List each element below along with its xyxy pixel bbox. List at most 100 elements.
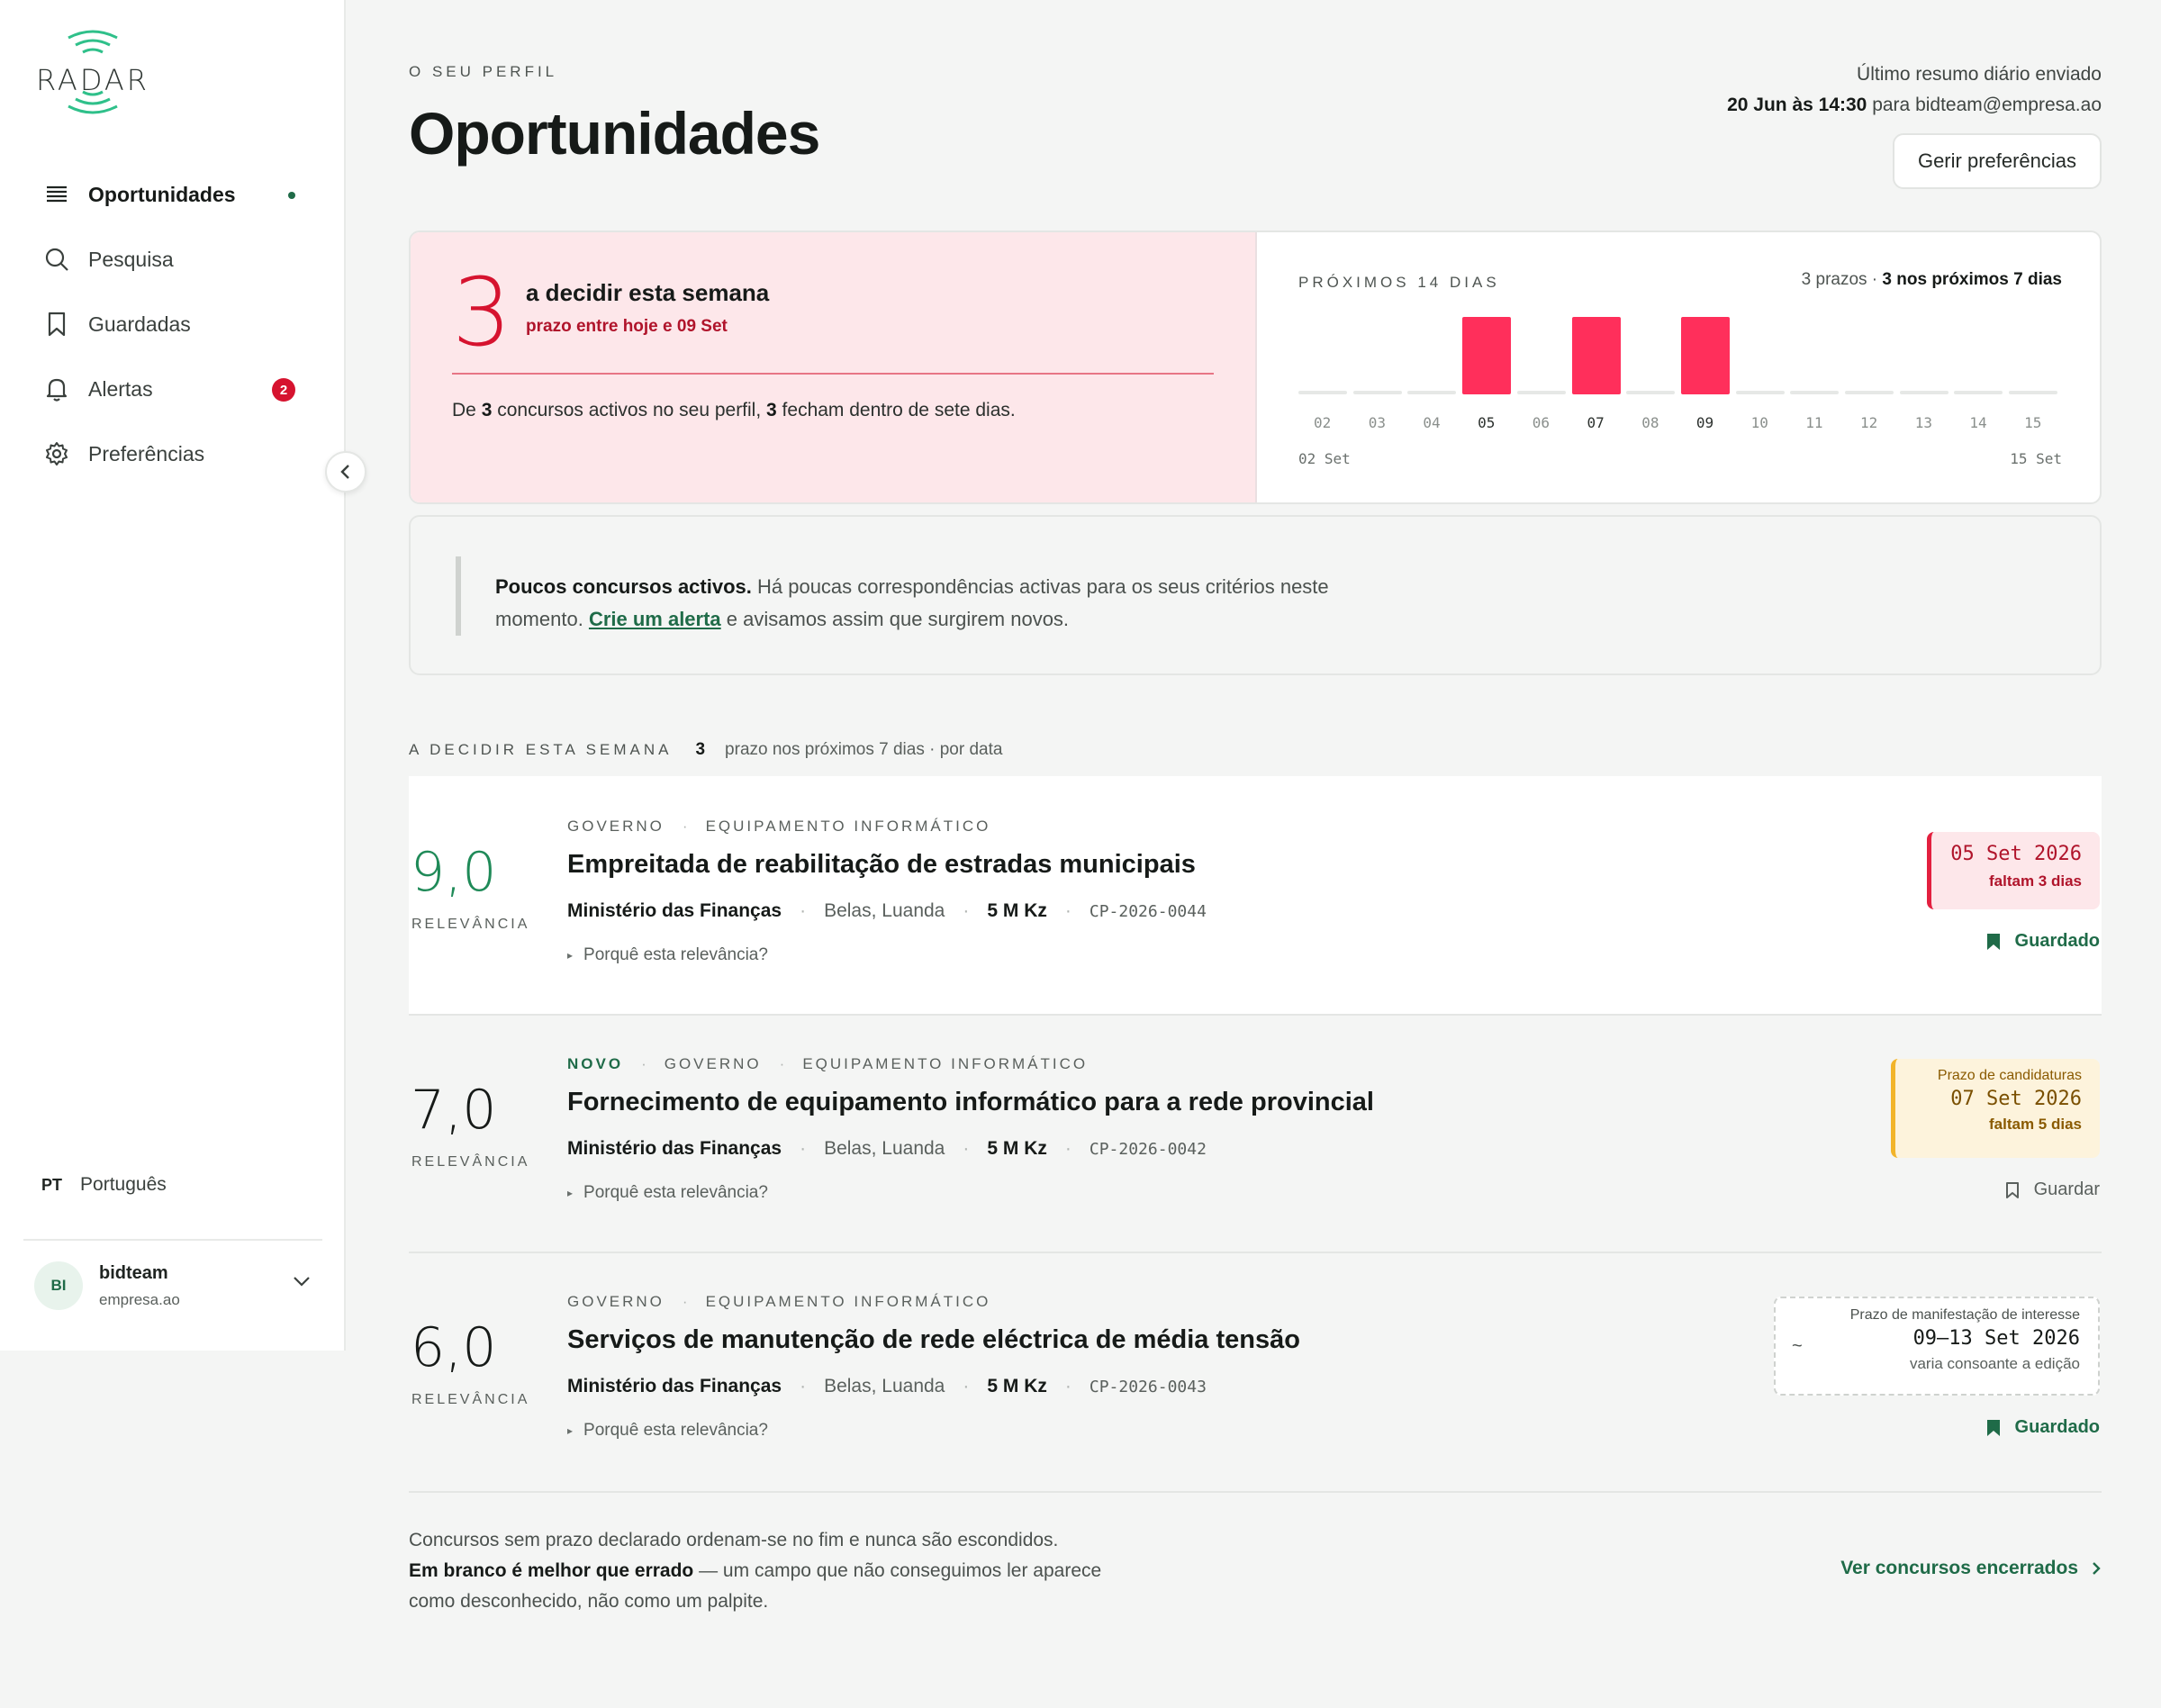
deadline-label: Prazo de candidaturas (1937, 1068, 2082, 1083)
tender-tags: GOVERNO · EQUIPAMENTO INFORMÁTICO (567, 1293, 991, 1310)
chart-bar-empty (1899, 391, 1949, 394)
chart-bar-empty (1954, 391, 2003, 394)
tender-value: 5 M Kz (987, 1138, 1047, 1159)
deadline-remaining: faltam 3 dias (1989, 872, 2082, 890)
chevron-right-icon (2093, 1562, 2101, 1575)
notice-accent-bar (456, 556, 461, 636)
tender-value: 5 M Kz (987, 900, 1047, 921)
chart-bar-empty (1626, 391, 1676, 394)
chart-bar-empty (1298, 391, 1347, 394)
saved-button[interactable]: Guardado (1986, 931, 2100, 952)
tender-title[interactable]: Fornecimento de equipamento informático … (567, 1088, 1374, 1117)
footer-note: Concursos sem prazo declarado ordenam-se… (409, 1530, 1102, 1612)
list-icon (43, 181, 70, 208)
tender-tags: NOVO · GOVERNO · EQUIPAMENTO INFORMÁTICO (567, 1055, 1089, 1072)
user-menu[interactable]: BI bidteam empresa.ao (34, 1259, 319, 1313)
deadline-label: Prazo de manifestação de interesse (1849, 1307, 2080, 1323)
deadline-badge: 05 Set 2026 faltam 3 dias (1927, 832, 2100, 909)
chart-tick-label: 05 (1478, 414, 1496, 431)
decide-count: 3 (452, 258, 512, 367)
relevance-score: 9,0 (411, 841, 497, 904)
divider (409, 1491, 2102, 1493)
sidebar-item-preferencias[interactable]: Preferências (22, 421, 317, 486)
tender-meta: Ministério das Finanças · Belas, Luanda · … (567, 1138, 1207, 1159)
chart-bar-empty (1845, 391, 1894, 394)
divider (452, 373, 1214, 375)
collapse-sidebar-button[interactable] (325, 451, 366, 493)
chart-tick-label: 10 (1750, 414, 1768, 431)
sidebar-item-oportunidades[interactable]: Oportunidades (22, 162, 317, 227)
relevance-label: RELEVÂNCIA (411, 1154, 530, 1170)
caret-right-icon: ▸ (567, 949, 574, 962)
create-alert-link[interactable]: Crie um alerta (589, 608, 721, 630)
deadline-badge: Prazo de candidaturas 07 Set 2026 faltam… (1891, 1059, 2100, 1158)
relevance-explainer-toggle[interactable]: ▸ Porquê esta relevância? (567, 945, 768, 965)
sidebar-item-label: Alertas (88, 376, 153, 401)
tender-location: Belas, Luanda (824, 900, 945, 921)
page-eyebrow: O SEU PERFIL (409, 63, 558, 80)
new-tag: NOVO (567, 1055, 624, 1072)
chevron-down-icon[interactable] (292, 1275, 312, 1292)
deadline-badge: Prazo de manifestação de interesse 09–13… (1774, 1297, 2100, 1396)
chart-bar-empty (1407, 391, 1457, 394)
sidebar: RADAR Oportunidades Pesquisa Guardadas A… (0, 0, 346, 1351)
tender-location: Belas, Luanda (824, 1138, 945, 1159)
tender-code: CP-2026-0044 (1089, 901, 1207, 921)
tag: EQUIPAMENTO INFORMÁTICO (705, 818, 991, 835)
language-label: Português (80, 1174, 167, 1195)
deadline-remaining: faltam 5 dias (1989, 1116, 2082, 1133)
bookmark-filled-icon (1986, 1419, 2000, 1436)
save-button[interactable]: Guardar (2005, 1179, 2100, 1200)
tender-org: Ministério das Finanças (567, 1138, 782, 1159)
relevance-label: RELEVÂNCIA (411, 917, 530, 932)
approximate-icon: ~ (1792, 1336, 1803, 1356)
chart-tick-label: 03 (1368, 414, 1386, 431)
user-domain: empresa.ao (99, 1290, 180, 1308)
chart-title: PRÓXIMOS 14 DIAS (1298, 274, 1500, 291)
digest-recipient: para bidteam@empresa.ao (1872, 95, 2102, 115)
chart-bar (1462, 317, 1512, 394)
sidebar-item-label: Guardadas (88, 312, 191, 336)
caret-right-icon: ▸ (567, 1187, 574, 1199)
tender-card[interactable]: 9,0 RELEVÂNCIA GOVERNO · EQUIPAMENTO INFOR… (409, 776, 2102, 1014)
chart-tick-label: 11 (1805, 414, 1823, 431)
tender-title[interactable]: Serviços de manutenção de rede eléctrica… (567, 1325, 1300, 1355)
language-switcher[interactable]: PT Português (41, 1174, 167, 1196)
view-closed-tenders-link[interactable]: Ver concursos encerrados (1840, 1558, 2102, 1579)
tender-code: CP-2026-0043 (1089, 1377, 1207, 1396)
chart-range-start: 02 Set (1298, 450, 1351, 467)
chart-bar (1680, 317, 1730, 394)
chart-bar-empty (1516, 391, 1566, 394)
deadline-date: 05 Set 2026 (1950, 843, 2082, 865)
sidebar-item-pesquisa[interactable]: Pesquisa (22, 227, 317, 292)
sidebar-item-alertas[interactable]: Alertas 2 (22, 357, 317, 421)
manage-preferences-button[interactable]: Gerir preferências (1893, 133, 2102, 189)
tag: GOVERNO (567, 818, 665, 835)
tender-title[interactable]: Empreitada de reabilitação de estradas m… (567, 850, 1196, 880)
language-code: PT (41, 1175, 63, 1194)
tender-card[interactable]: 6,0 RELEVÂNCIA GOVERNO · EQUIPAMENTO INFOR… (409, 1252, 2102, 1489)
few-tenders-notice: Poucos concursos activos. Há poucas corr… (409, 515, 2102, 675)
chart-bar-empty (1790, 391, 1840, 394)
chart-tick-label: 14 (1969, 414, 1987, 431)
chart-tick-label: 13 (1914, 414, 1932, 431)
sidebar-item-guardadas[interactable]: Guardadas (22, 292, 317, 357)
chart-tick-label: 09 (1695, 414, 1714, 431)
chart-tick-label: 07 (1587, 414, 1605, 431)
alert-count-badge: 2 (272, 378, 295, 402)
deadline-bar-chart: 02 03 04 05 06 07 08 09 10 11 12 13 14 15 02 Set 15 Set (1297, 313, 2062, 502)
page-title: Oportunidades (409, 100, 820, 167)
search-icon (43, 246, 70, 273)
saved-button[interactable]: Guardado (1986, 1417, 2100, 1438)
bell-icon (43, 375, 70, 402)
relevance-explainer-toggle[interactable]: ▸ Porquê esta relevância? (567, 1183, 768, 1203)
digest-info: Último resumo diário enviado 20 Jun às 1… (1727, 59, 2102, 121)
chart-tick-label: 15 (2024, 414, 2042, 431)
tender-card[interactable]: 7,0 RELEVÂNCIA NOVO · GOVERNO · EQUIPAMENTO… (409, 1014, 2102, 1252)
active-indicator (288, 192, 295, 199)
bookmark-filled-icon (1986, 933, 2000, 950)
radar-logo[interactable]: RADAR (32, 27, 153, 126)
relevance-explainer-toggle[interactable]: ▸ Porquê esta relevância? (567, 1421, 768, 1441)
bookmark-icon (43, 311, 70, 338)
deadline-date: 09–13 Set 2026 (1912, 1327, 2080, 1350)
